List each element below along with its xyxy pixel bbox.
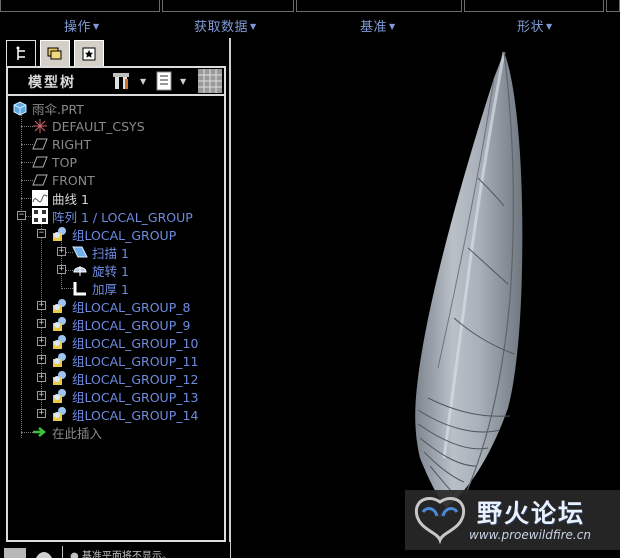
toolbar-segment: [162, 0, 294, 12]
collapse-toggle-icon[interactable]: −: [17, 211, 26, 220]
logo-icon: [414, 497, 466, 545]
settings-list-icon[interactable]: [154, 71, 174, 91]
toolbar-segment: [606, 0, 620, 12]
tab-model-tree[interactable]: [6, 40, 36, 67]
menu-datum[interactable]: 基准 ▼: [360, 16, 396, 35]
tree-item-group-10[interactable]: 组LOCAL_GROUP_10: [52, 333, 198, 351]
revolve-icon: [73, 266, 87, 276]
dropdown-arrow-icon: ▼: [389, 22, 396, 31]
grid-view-icon[interactable]: [198, 69, 222, 93]
dropdown-arrow-icon: ▼: [250, 22, 257, 31]
tree-item-group-11[interactable]: 组LOCAL_GROUP_11: [52, 351, 198, 369]
tree-item-datum-top[interactable]: TOP: [32, 153, 77, 171]
expand-toggle-icon[interactable]: +: [37, 409, 46, 418]
menu-get-data[interactable]: 获取数据 ▼: [194, 16, 257, 35]
model-tree-title: 模型树: [28, 75, 76, 91]
toolbar-segment: [296, 0, 462, 12]
graphics-viewport[interactable]: [232, 38, 620, 558]
tree-item-insert-here[interactable]: 在此插入: [32, 423, 102, 441]
favorites-icon: [82, 47, 96, 60]
csys-icon: [33, 119, 47, 133]
tools-icon[interactable]: [112, 71, 134, 91]
sweep-icon: [72, 246, 88, 258]
tree-item-group-13[interactable]: 组LOCAL_GROUP_13: [52, 387, 198, 405]
expand-toggle-icon[interactable]: +: [37, 391, 46, 400]
tools-dropdown-icon[interactable]: ▼: [140, 77, 146, 86]
tree-item-group-14[interactable]: 组LOCAL_GROUP_14: [52, 405, 198, 423]
menu-shapes[interactable]: 形状 ▼: [517, 16, 553, 35]
tree-item-revolve[interactable]: 旋转 1: [72, 261, 129, 279]
tree-item-curve[interactable]: 曲线 1: [32, 189, 89, 207]
dropdown-arrow-icon: ▼: [546, 22, 553, 31]
model-tree-panel: 雨伞.PRT DEFAULT_CSYS RIGHT TOP FRONT 曲线 1…: [6, 94, 226, 542]
expand-toggle-icon[interactable]: +: [57, 265, 66, 274]
menu-operations[interactable]: 操作 ▼: [64, 16, 100, 35]
toolbar-segment: [0, 0, 160, 12]
group-icon: [53, 299, 66, 313]
watermark-logo: 野火论坛 www.proewildfire.cn: [405, 490, 620, 550]
pattern-icon: [32, 208, 48, 224]
tree-item-part[interactable]: 雨伞.PRT: [12, 99, 84, 117]
dropdown-arrow-icon: ▼: [93, 22, 100, 31]
expand-toggle-icon[interactable]: +: [57, 247, 66, 256]
expand-toggle-icon[interactable]: +: [37, 301, 46, 310]
thicken-icon: [73, 282, 86, 296]
part-icon: [13, 101, 27, 116]
group-icon: [53, 371, 66, 385]
status-message: ● 基准平面将不显示。: [70, 551, 172, 558]
menu-bar: 操作 ▼ 获取数据 ▼ 基准 ▼ 形状 ▼: [0, 14, 620, 36]
toolbar-segment: [464, 0, 604, 12]
group-icon: [53, 227, 66, 241]
expand-toggle-icon[interactable]: +: [37, 337, 46, 346]
tree-item-default-csys[interactable]: DEFAULT_CSYS: [32, 117, 145, 135]
tree-item-group-local[interactable]: 组LOCAL_GROUP: [52, 225, 176, 243]
watermark-title: 野火论坛: [477, 499, 586, 528]
message-icon: [36, 552, 52, 558]
expand-toggle-icon[interactable]: +: [37, 319, 46, 328]
datum-plane-icon: [32, 174, 48, 186]
tree-item-group-12[interactable]: 组LOCAL_GROUP_12: [52, 369, 198, 387]
tree-item-pattern[interactable]: 阵列 1 / LOCAL_GROUP: [32, 207, 193, 225]
curve-icon: [32, 190, 48, 206]
status-bar: ● 基准平面将不显示。: [0, 542, 230, 558]
group-icon: [53, 389, 66, 403]
expand-toggle-icon[interactable]: +: [37, 355, 46, 364]
folder-browser-icon: [47, 47, 62, 59]
tab-favorites[interactable]: [74, 40, 104, 66]
expand-toggle-icon[interactable]: +: [37, 373, 46, 382]
tree-item-group-8[interactable]: 组LOCAL_GROUP_8: [52, 297, 190, 315]
tree-item-group-9[interactable]: 组LOCAL_GROUP_9: [52, 315, 190, 333]
collapse-toggle-icon[interactable]: −: [37, 229, 46, 238]
tree-item-thicken[interactable]: 加厚 1: [72, 279, 129, 297]
settings-dropdown-icon[interactable]: ▼: [180, 77, 186, 86]
tree-item-datum-right[interactable]: RIGHT: [32, 135, 91, 153]
top-toolbar-strip: [0, 0, 620, 14]
datum-plane-icon: [32, 156, 48, 168]
group-icon: [53, 353, 66, 367]
group-icon: [53, 407, 66, 421]
tab-folder-browser[interactable]: [40, 40, 70, 66]
panel-splitter[interactable]: [229, 38, 231, 558]
model-tree-header: 模型树 ▼ ▼: [6, 66, 226, 94]
tree-item-sweep[interactable]: 扫描 1: [72, 243, 129, 261]
umbrella-model[interactable]: [232, 38, 620, 558]
group-icon: [53, 335, 66, 349]
watermark-url: www.proewildfire.cn: [469, 528, 591, 542]
status-divider: [62, 546, 63, 558]
model-tree-icon: [16, 46, 25, 60]
group-icon: [53, 317, 66, 331]
datum-plane-icon: [32, 138, 48, 150]
tree-item-datum-front[interactable]: FRONT: [32, 171, 95, 189]
insert-here-icon: [33, 427, 47, 437]
status-icon: [4, 548, 26, 558]
